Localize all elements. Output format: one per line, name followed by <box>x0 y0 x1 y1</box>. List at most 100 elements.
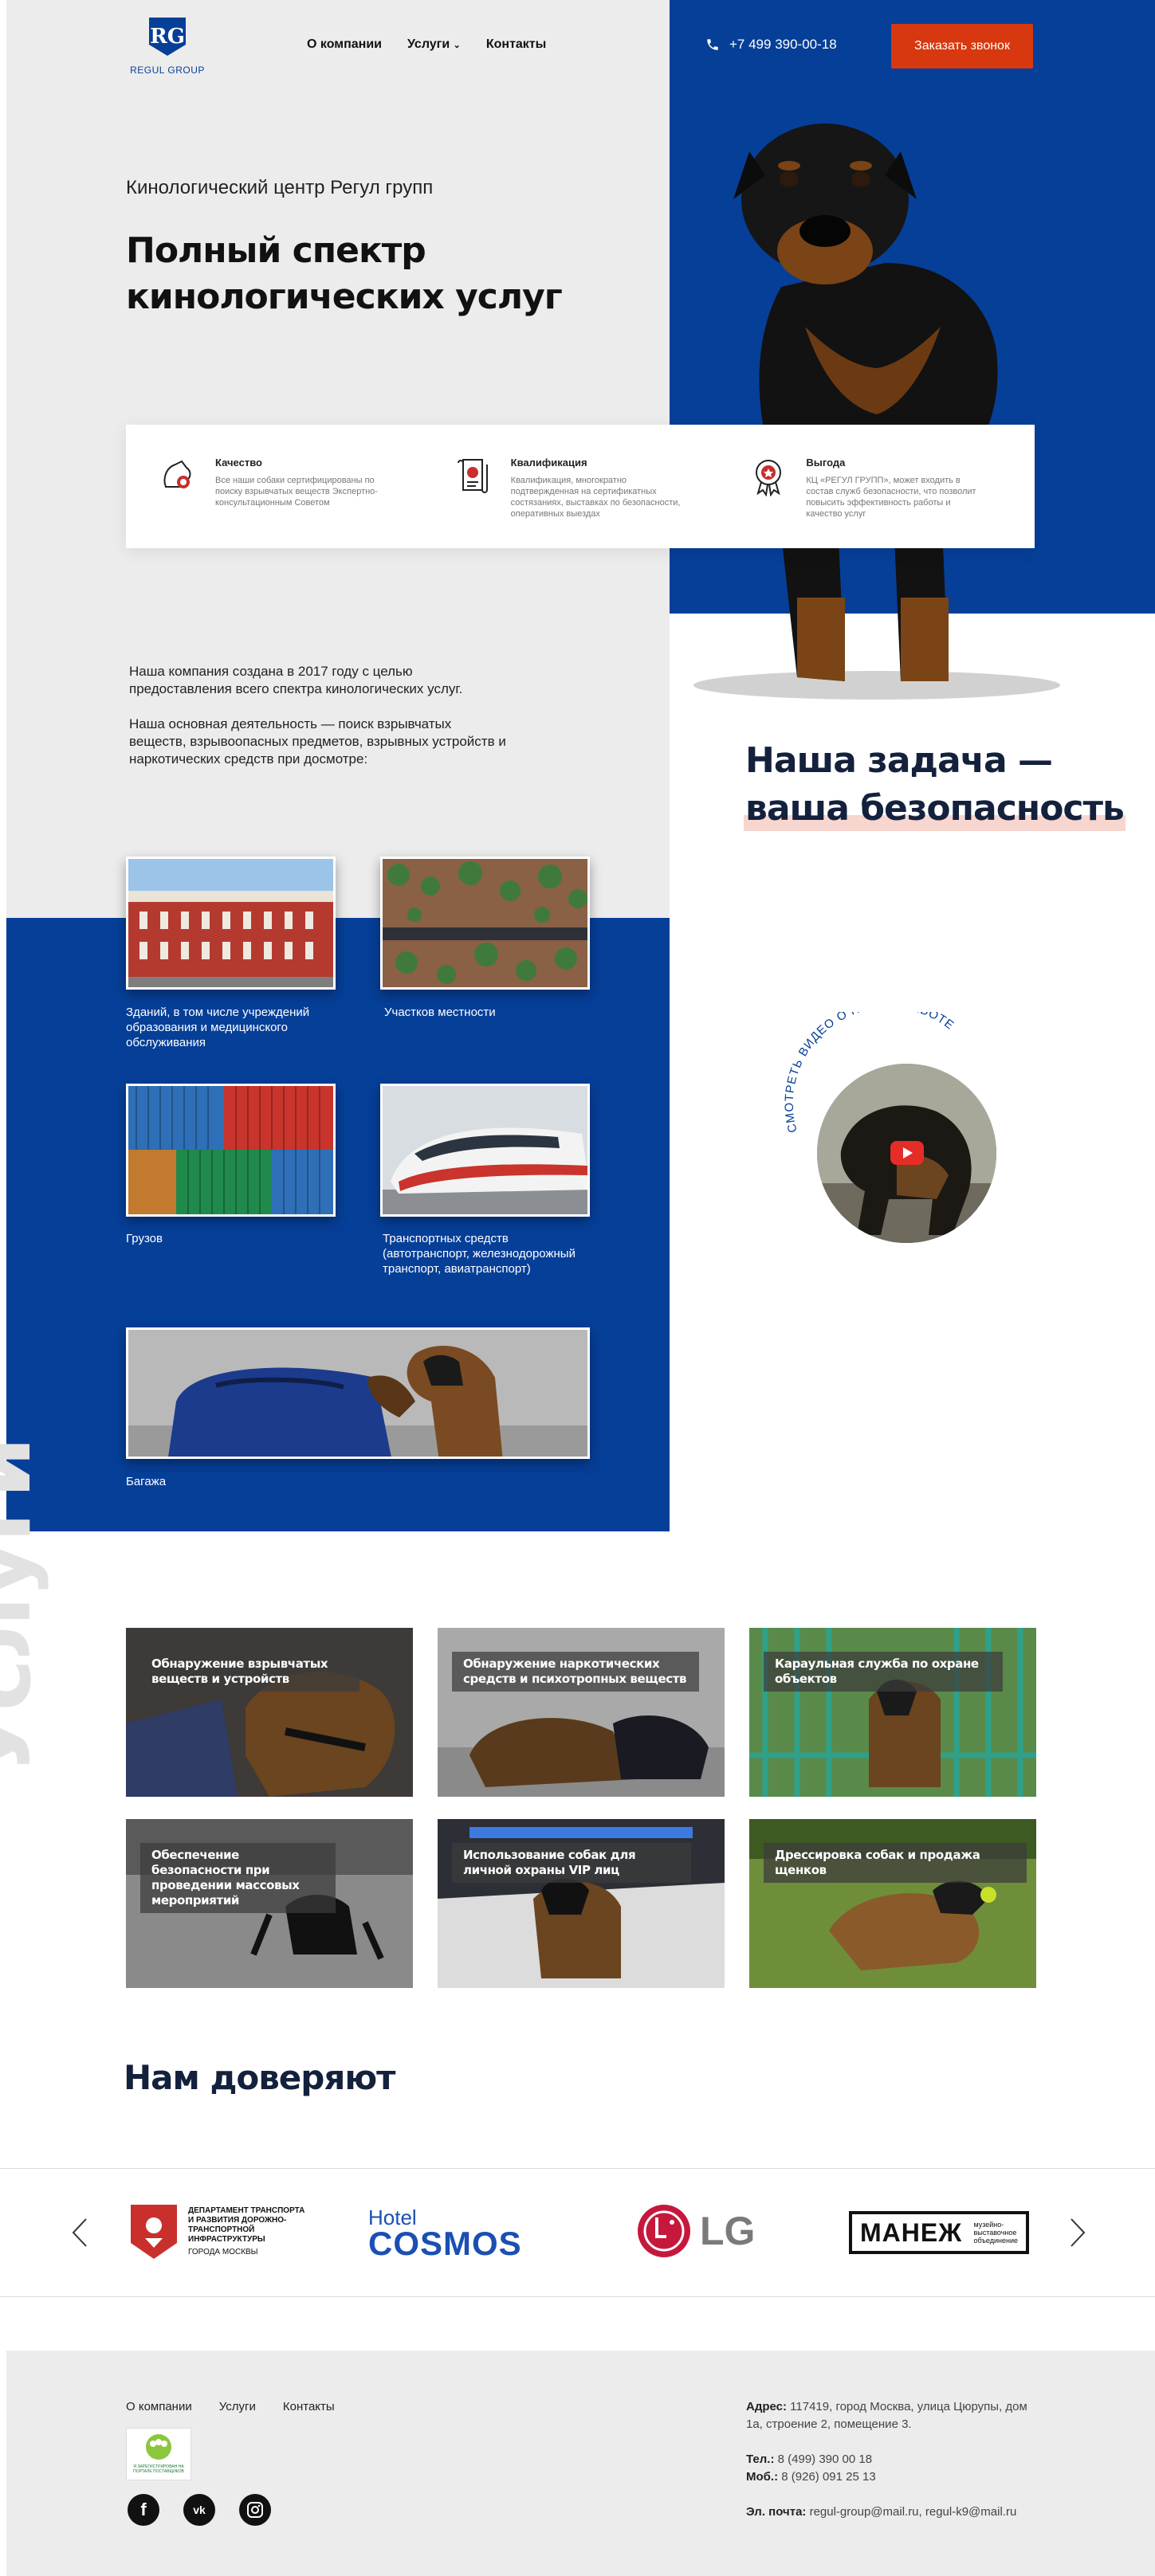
inspection-card-cargo[interactable] <box>126 1084 336 1217</box>
trust-divider-top <box>0 2168 1155 2169</box>
hero-title: Полный спектр кинологических услуг <box>126 228 563 320</box>
inspection-label-buildings: Зданий, в том числе учреждений образован… <box>126 1006 310 1049</box>
about-text: Наша компания создана в 2017 году с цель… <box>129 663 508 768</box>
play-button-icon[interactable] <box>890 1141 924 1165</box>
footer-mob: Моб.: 8 (926) 091 25 13 <box>746 2468 1033 2486</box>
email-value[interactable]: regul-group@mail.ru, regul-k9@mail.ru <box>810 2505 1017 2519</box>
service-card-narcotics[interactable]: Обнаружение наркотических средств и псих… <box>438 1628 725 1797</box>
mission-line1: Наша задача — <box>745 740 1053 781</box>
service-title-training: Дрессировка собак и продажа щенков <box>764 1843 1027 1883</box>
hero-title-line2: кинологических услуг <box>126 276 563 317</box>
manege-sub3: объединение <box>973 2237 1018 2245</box>
mission-heading: Наша задача — ваша безопасность <box>744 737 1126 833</box>
award-icon <box>756 460 782 496</box>
header-phone-number: +7 499 390-00-18 <box>729 37 837 52</box>
logo-text: REGUL GROUP <box>130 65 205 76</box>
service-card-guard[interactable]: Караульная служба по охране объектов <box>749 1628 1036 1797</box>
lg-text: LG <box>700 2209 756 2253</box>
service-card-training[interactable]: Дрессировка собак и продажа щенков <box>749 1819 1036 1988</box>
footer-tel: Тел.: 8 (499) 390 00 18 <box>746 2451 1033 2468</box>
feature-benefit-title: Выгода <box>806 457 846 469</box>
instagram-icon[interactable] <box>239 2494 271 2526</box>
inspection-label-terrain: Участков местности <box>384 1006 496 1019</box>
tel-label: Тел.: <box>746 2452 775 2466</box>
dept-line4: ИНФРАСТРУКТУРЫ <box>188 2235 265 2244</box>
header-phone[interactable]: +7 499 390-00-18 <box>705 37 837 53</box>
hero-subtitle: Кинологический центр Регул групп <box>126 177 434 198</box>
service-title-vip: Использование собак для личной охраны VI… <box>452 1843 691 1883</box>
service-title-guard: Караульная служба по охране объектов <box>764 1652 1003 1692</box>
partner-logo-hotel-cosmos[interactable]: Hotel COSMOS <box>368 2207 522 2260</box>
nav-item-contacts[interactable]: Контакты <box>486 37 546 52</box>
train-photo <box>383 1086 587 1214</box>
service-title-events: Обеспечение безопасности при проведении … <box>140 1843 336 1913</box>
partner-logo-manege[interactable]: МАНЕЖ музейно- выставочное объединение <box>849 2211 1029 2254</box>
cargo-photo <box>128 1086 333 1214</box>
mission-line2: ваша безопасность <box>744 785 1126 833</box>
main-nav: О компании Услуги ⌄ Контакты <box>307 37 546 52</box>
nav-item-services-label: Услуги <box>407 37 450 51</box>
supplier-portal-badge[interactable]: Я ЗАРЕГИСТРИРОВАН НА ПОРТАЛЕ ПОСТАВЩИКОВ <box>126 2428 191 2480</box>
dept-line2: И РАЗВИТИЯ ДОРОЖНО- <box>188 2216 287 2225</box>
social-links: f vk <box>128 2494 271 2526</box>
service-title-explosives: Обнаружение взрывчатых веществ и устройс… <box>140 1652 359 1692</box>
feature-quality: Качество Все наши собаки сертифицированы… <box>126 425 444 548</box>
service-card-vip[interactable]: Использование собак для личной охраны VI… <box>438 1819 725 1988</box>
inspection-card-transport[interactable] <box>380 1084 590 1217</box>
phone-icon <box>707 39 718 50</box>
services-vertical-title: Услуги <box>0 1438 50 1777</box>
email-label: Эл. почта: <box>746 2505 807 2519</box>
partner-logo-dept-transport[interactable]: ДЕПАРТАМЕНТ ТРАНСПОРТА И РАЗВИТИЯ ДОРОЖН… <box>129 2203 304 2260</box>
dept-line3: ТРАНСПОРТНОЙ <box>188 2225 255 2234</box>
supplier-badge-icon <box>146 2434 171 2460</box>
inspection-card-baggage[interactable] <box>126 1327 590 1459</box>
nav-item-services[interactable]: Услуги ⌄ <box>407 37 461 52</box>
feature-benefit: Выгода КЦ «РЕГУЛ ГРУПП», может входить в… <box>739 425 1035 548</box>
facebook-icon[interactable]: f <box>128 2494 159 2526</box>
footer-address: Адрес: 117419, город Москва, улица Цюруп… <box>746 2398 1033 2433</box>
about-paragraph-1: Наша компания создана в 2017 году с цель… <box>129 664 463 696</box>
trust-title: Нам доверяют <box>124 2058 395 2097</box>
inspection-card-buildings[interactable] <box>126 857 336 990</box>
feature-benefit-text: КЦ «РЕГУЛ ГРУПП», может входить в состав… <box>806 476 976 519</box>
baggage-photo <box>128 1330 587 1457</box>
inspection-label-baggage: Багажа <box>126 1475 167 1488</box>
building-photo <box>128 859 333 987</box>
dog-medal-icon <box>163 460 191 488</box>
logo-mark-text: RG <box>150 25 185 49</box>
footer-contacts: Адрес: 117419, город Москва, улица Цюруп… <box>746 2398 1033 2521</box>
feature-quality-title: Качество <box>215 457 262 469</box>
mission-line2-text: ваша безопасность <box>745 788 1125 829</box>
vk-icon[interactable]: vk <box>183 2494 215 2526</box>
service-title-narcotics: Обнаружение наркотических средств и псих… <box>452 1652 699 1692</box>
footer-link-about[interactable]: О компании <box>126 2400 192 2413</box>
inspection-card-terrain[interactable] <box>380 857 590 990</box>
footer-nav: О компании Услуги Контакты <box>126 2400 362 2413</box>
moscow-coat-icon <box>131 2205 177 2259</box>
feature-qualification-text: Квалификация, многократно подтвержденная… <box>510 476 681 519</box>
mob-value[interactable]: 8 (926) 091 25 13 <box>781 2470 875 2484</box>
nav-item-about[interactable]: О компании <box>307 37 382 52</box>
dept-line5: ГОРОДА МОСКВЫ <box>188 2248 258 2256</box>
mob-label: Моб.: <box>746 2470 779 2484</box>
feature-qualification: Квалификация Квалификация, многократно п… <box>444 425 740 548</box>
footer-link-contacts[interactable]: Контакты <box>283 2400 335 2413</box>
manege-sub1: музейно- <box>973 2221 1004 2229</box>
service-card-events[interactable]: Обеспечение безопасности при проведении … <box>126 1819 413 1988</box>
footer-link-services[interactable]: Услуги <box>219 2400 256 2413</box>
dept-line1: ДЕПАРТАМЕНТ ТРАНСПОРТА <box>188 2206 305 2215</box>
video-thumbnail[interactable] <box>817 1064 996 1243</box>
logo[interactable]: RG REGUL GROUP <box>128 14 207 80</box>
carousel-prev-arrow-icon[interactable] <box>72 2217 88 2248</box>
hotel-main-text: COSMOS <box>368 2225 522 2262</box>
tel-value[interactable]: 8 (499) 390 00 18 <box>778 2452 872 2466</box>
manege-main-text: МАНЕЖ <box>860 2217 963 2247</box>
lg-logo-icon <box>638 2205 690 2257</box>
features-bar: Качество Все наши собаки сертифицированы… <box>126 425 1035 548</box>
inspection-label-transport: Транспортных средств (автотранспорт, жел… <box>383 1232 576 1276</box>
order-call-button[interactable]: Заказать звонок <box>891 24 1033 69</box>
service-card-explosives[interactable]: Обнаружение взрывчатых веществ и устройс… <box>126 1628 413 1797</box>
partner-logo-lg[interactable]: LG <box>636 2203 755 2259</box>
logo-mark-icon: RG <box>149 18 186 56</box>
carousel-next-arrow-icon[interactable] <box>1070 2217 1086 2248</box>
